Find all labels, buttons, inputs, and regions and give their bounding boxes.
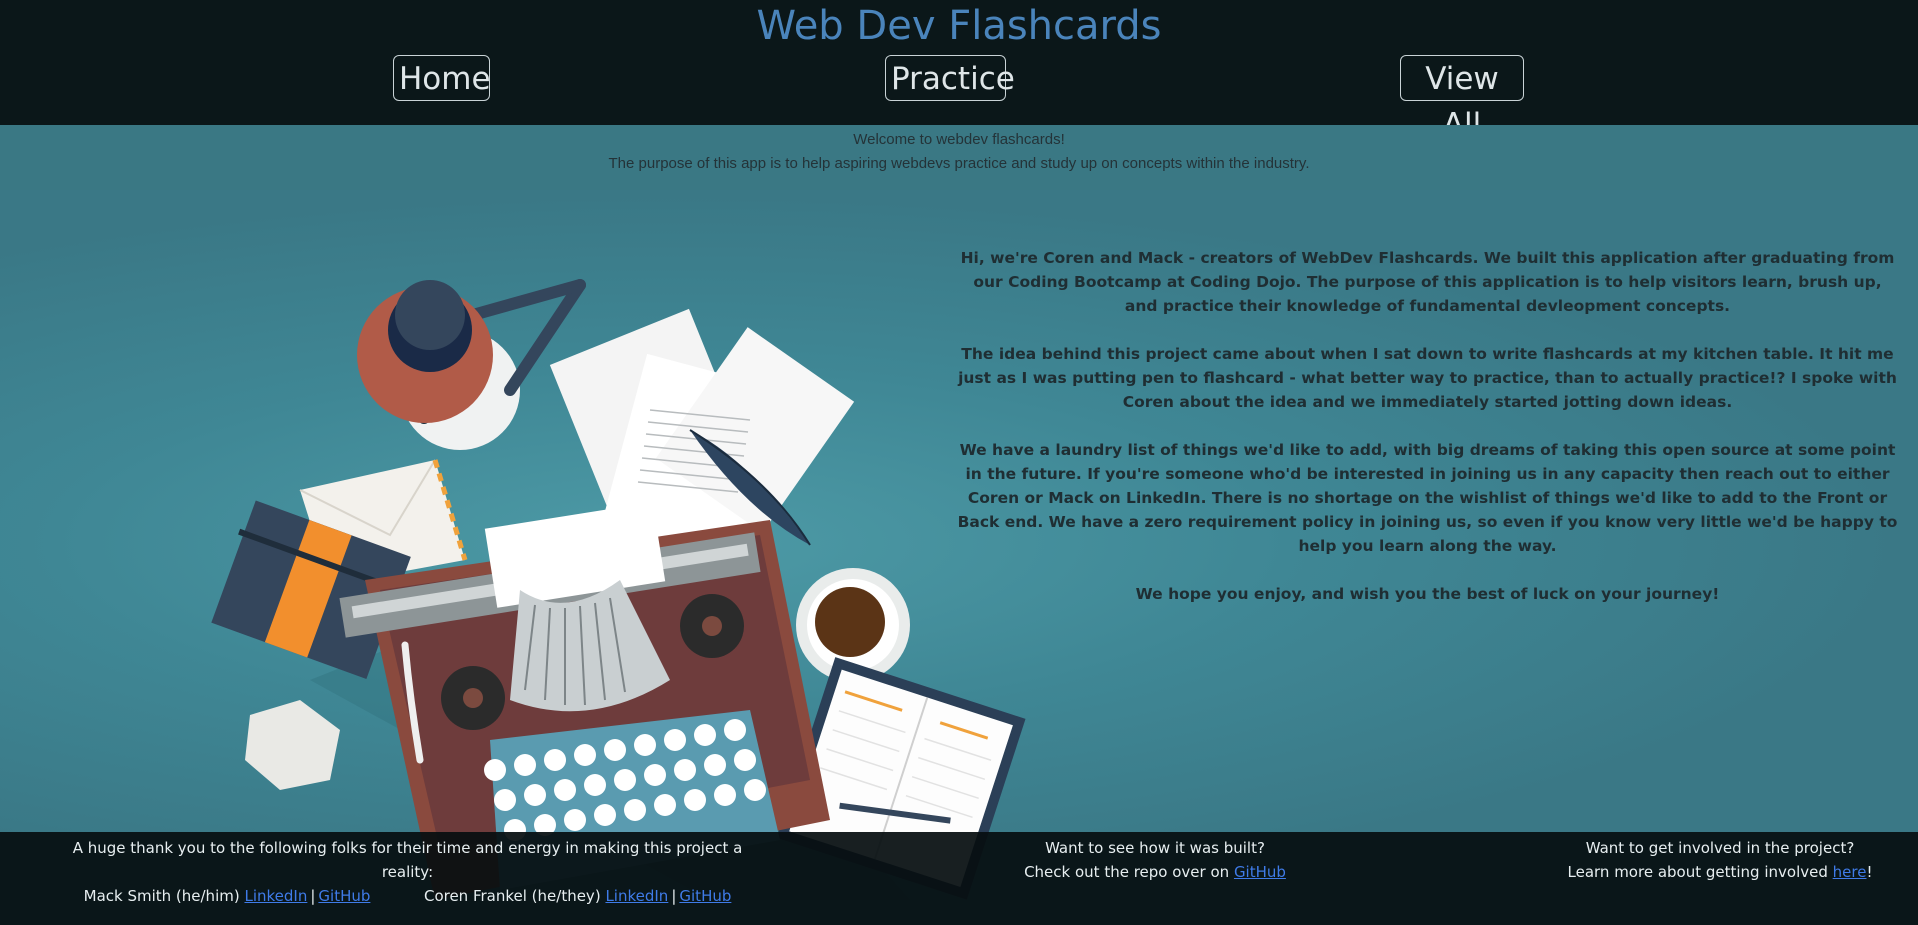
top-navbar: Web Dev Flashcards Home Practice View Al… [0,0,1918,143]
about-paragraph: We hope you enjoy, and wish you the best… [1135,585,1720,603]
footer: A huge thank you to the following folks … [0,832,1918,925]
coren-github-link[interactable]: GitHub [679,887,731,905]
contributors-line: Mack Smith (he/him) LinkedIn | GitHub Core… [50,884,765,908]
involved-question: Want to get involved in the project? [1585,839,1855,857]
involved-here-link[interactable]: here [1833,863,1867,881]
repo-text: Check out the repo over on [1024,863,1230,881]
repo-question: Want to see how it was built? [1045,839,1265,857]
view-all-button[interactable]: View All [1400,55,1524,143]
link-separator: | [310,887,316,905]
contributor-mack: Mack Smith (he/him) [83,887,240,905]
about-paragraph: The idea behind this project came about … [958,345,1897,411]
desk-illustration [211,279,1026,900]
contributor-coren: Coren Frankel (he/they) [423,887,601,905]
footer-credits: A huge thank you to the following folks … [50,836,765,908]
mack-linkedin-link[interactable]: LinkedIn [244,887,307,905]
footer-repo: Want to see how it was built? Check out … [980,836,1330,884]
site-title: Web Dev Flashcards [756,3,1162,49]
footer-involved: Want to get involved in the project? Lea… [1535,836,1905,884]
practice-button[interactable]: Practice [885,55,1015,101]
desk-lamp-illustration [357,279,586,450]
crumpled-paper-illustration [245,700,340,790]
about-paragraph: Hi, we're Coren and Mack - creators of W… [960,249,1895,315]
coren-linkedin-link[interactable]: LinkedIn [605,887,668,905]
repo-github-link[interactable]: GitHub [1234,863,1286,881]
welcome-banner: Welcome to webdev flashcards! The purpos… [0,125,1918,191]
about-section: Hi, we're Coren and Mack - creators of W… [955,246,1900,630]
welcome-description: The purpose of this app is to help aspir… [608,155,1310,172]
involved-text: Learn more about getting involved [1567,863,1828,881]
home-button[interactable]: Home [393,55,491,101]
welcome-heading: Welcome to webdev flashcards! [853,131,1065,148]
involved-exclamation: ! [1866,863,1873,881]
mack-github-link[interactable]: GitHub [318,887,370,905]
link-separator: | [671,887,677,905]
thanks-text: A huge thank you to the following folks … [72,839,743,881]
about-paragraph: We have a laundry list of things we'd li… [957,441,1898,555]
